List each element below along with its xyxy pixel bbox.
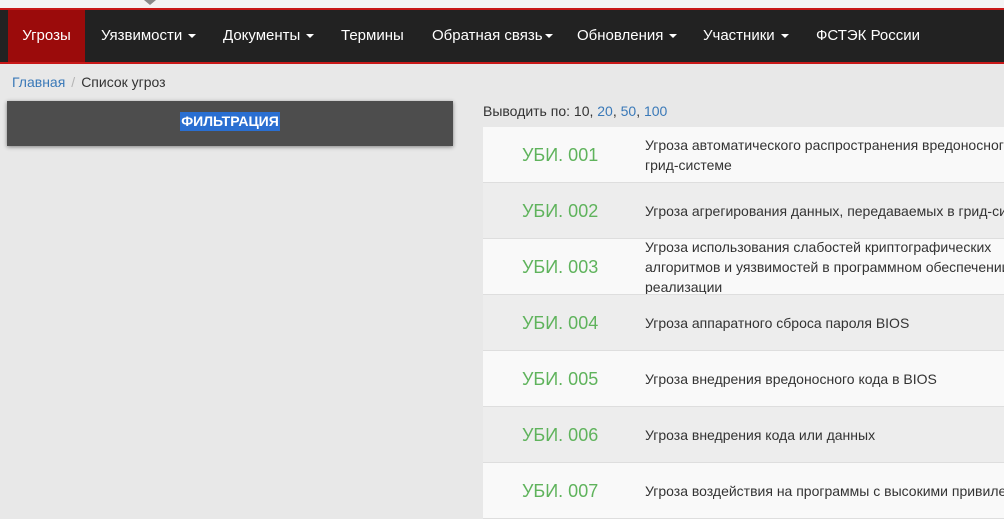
nav-item-documents[interactable]: Документы (223, 10, 315, 62)
threat-title-text: Угроза использования слабостей криптогра… (645, 239, 1004, 295)
nav-item-label: Обратная связь (432, 27, 543, 44)
threat-row[interactable]: УБИ. 002 Угроза агрегирования данных, пе… (483, 183, 1004, 239)
chevron-down-icon (144, 0, 156, 5)
per-page-option-20[interactable]: 20 (597, 103, 613, 119)
caret-down-icon (306, 34, 315, 39)
caret-down-icon (188, 34, 197, 39)
threat-title[interactable]: Угроза использования слабостей криптогра… (645, 239, 1004, 295)
threat-id[interactable]: УБИ. 001 (522, 127, 598, 182)
per-page-option-50[interactable]: 50 (621, 103, 637, 119)
filter-panel-toggle[interactable]: ФИЛЬТРАЦИЯ (7, 101, 453, 146)
breadcrumb: Главная / Список угроз (12, 74, 166, 90)
threat-row[interactable]: УБИ. 005 Угроза внедрения вредоносного к… (483, 351, 1004, 407)
threat-title-text: Угроза агрегирования данных, передаваемы… (645, 203, 1004, 219)
nav-item-updates[interactable]: Обновления (577, 10, 678, 62)
threat-title[interactable]: Угроза внедрения кода или данных (645, 407, 1004, 462)
threat-title-text: Угроза воздействия на программы с высоки… (645, 483, 1004, 499)
breadcrumb-current: Список угроз (81, 74, 166, 90)
threat-id[interactable]: УБИ. 005 (522, 351, 598, 406)
per-page-prefix: Выводить по: (483, 103, 571, 119)
per-page-option-100[interactable]: 100 (644, 103, 667, 119)
nav-item-fstec[interactable]: ФСТЭК России (816, 10, 920, 62)
threat-id[interactable]: УБИ. 003 (522, 239, 598, 294)
nav-item-threats[interactable]: Угрозы (8, 10, 85, 62)
threat-id[interactable]: УБИ. 002 (522, 183, 598, 238)
nav-item-label: Обновления (577, 27, 664, 44)
nav-item-label: Угрозы (22, 27, 71, 44)
threat-title-text: Угроза аппаратного сброса пароля BIOS (645, 315, 910, 331)
threat-title[interactable]: Угроза автоматического распространения в… (645, 127, 1004, 182)
main-navbar: Угрозы Уязвимости Документы Термины Обра… (0, 8, 1004, 64)
caret-down-icon (780, 34, 789, 39)
filter-label: ФИЛЬТРАЦИЯ (180, 112, 280, 131)
nav-item-label: Уязвимости (101, 27, 183, 44)
threat-title-text: Угроза внедрения вредоносного кода в BIO… (645, 371, 937, 387)
nav-item-participants[interactable]: Участники (703, 10, 789, 62)
threat-row[interactable]: УБИ. 001 Угроза автоматического распрост… (483, 127, 1004, 183)
nav-item-terms[interactable]: Термины (341, 10, 404, 62)
threat-row[interactable]: УБИ. 003 Угроза использования слабостей … (483, 239, 1004, 295)
breadcrumb-home-link[interactable]: Главная (12, 74, 65, 90)
threat-title-text: Угроза внедрения кода или данных (645, 427, 876, 443)
threat-title-text: Угроза автоматического распространения в… (645, 137, 1004, 173)
caret-down-icon (544, 34, 553, 39)
nav-item-label: Участники (703, 27, 775, 44)
per-page-current: 10 (573, 103, 590, 119)
nav-item-feedback[interactable]: Обратная связь (432, 10, 553, 62)
nav-item-label: Термины (341, 27, 404, 44)
threat-list: УБИ. 001 Угроза автоматического распрост… (483, 127, 1004, 519)
threat-title[interactable]: Угроза аппаратного сброса пароля BIOS (645, 295, 1004, 350)
caret-down-icon (669, 34, 678, 39)
threat-title[interactable]: Угроза агрегирования данных, передаваемы… (645, 183, 1004, 238)
per-page-selector: Выводить по: 10, 20, 50, 100 (483, 103, 668, 119)
threat-id[interactable]: УБИ. 006 (522, 407, 598, 462)
nav-item-vulnerabilities[interactable]: Уязвимости (101, 10, 197, 62)
threat-row[interactable]: УБИ. 006 Угроза внедрения кода или данны… (483, 407, 1004, 463)
threat-id[interactable]: УБИ. 004 (522, 295, 598, 350)
breadcrumb-separator: / (71, 74, 76, 90)
threat-row[interactable]: УБИ. 004 Угроза аппаратного сброса парол… (483, 295, 1004, 351)
threat-title[interactable]: Угроза внедрения вредоносного кода в BIO… (645, 351, 1004, 406)
nav-item-label: Документы (223, 27, 301, 44)
nav-item-label: ФСТЭК России (816, 27, 921, 44)
